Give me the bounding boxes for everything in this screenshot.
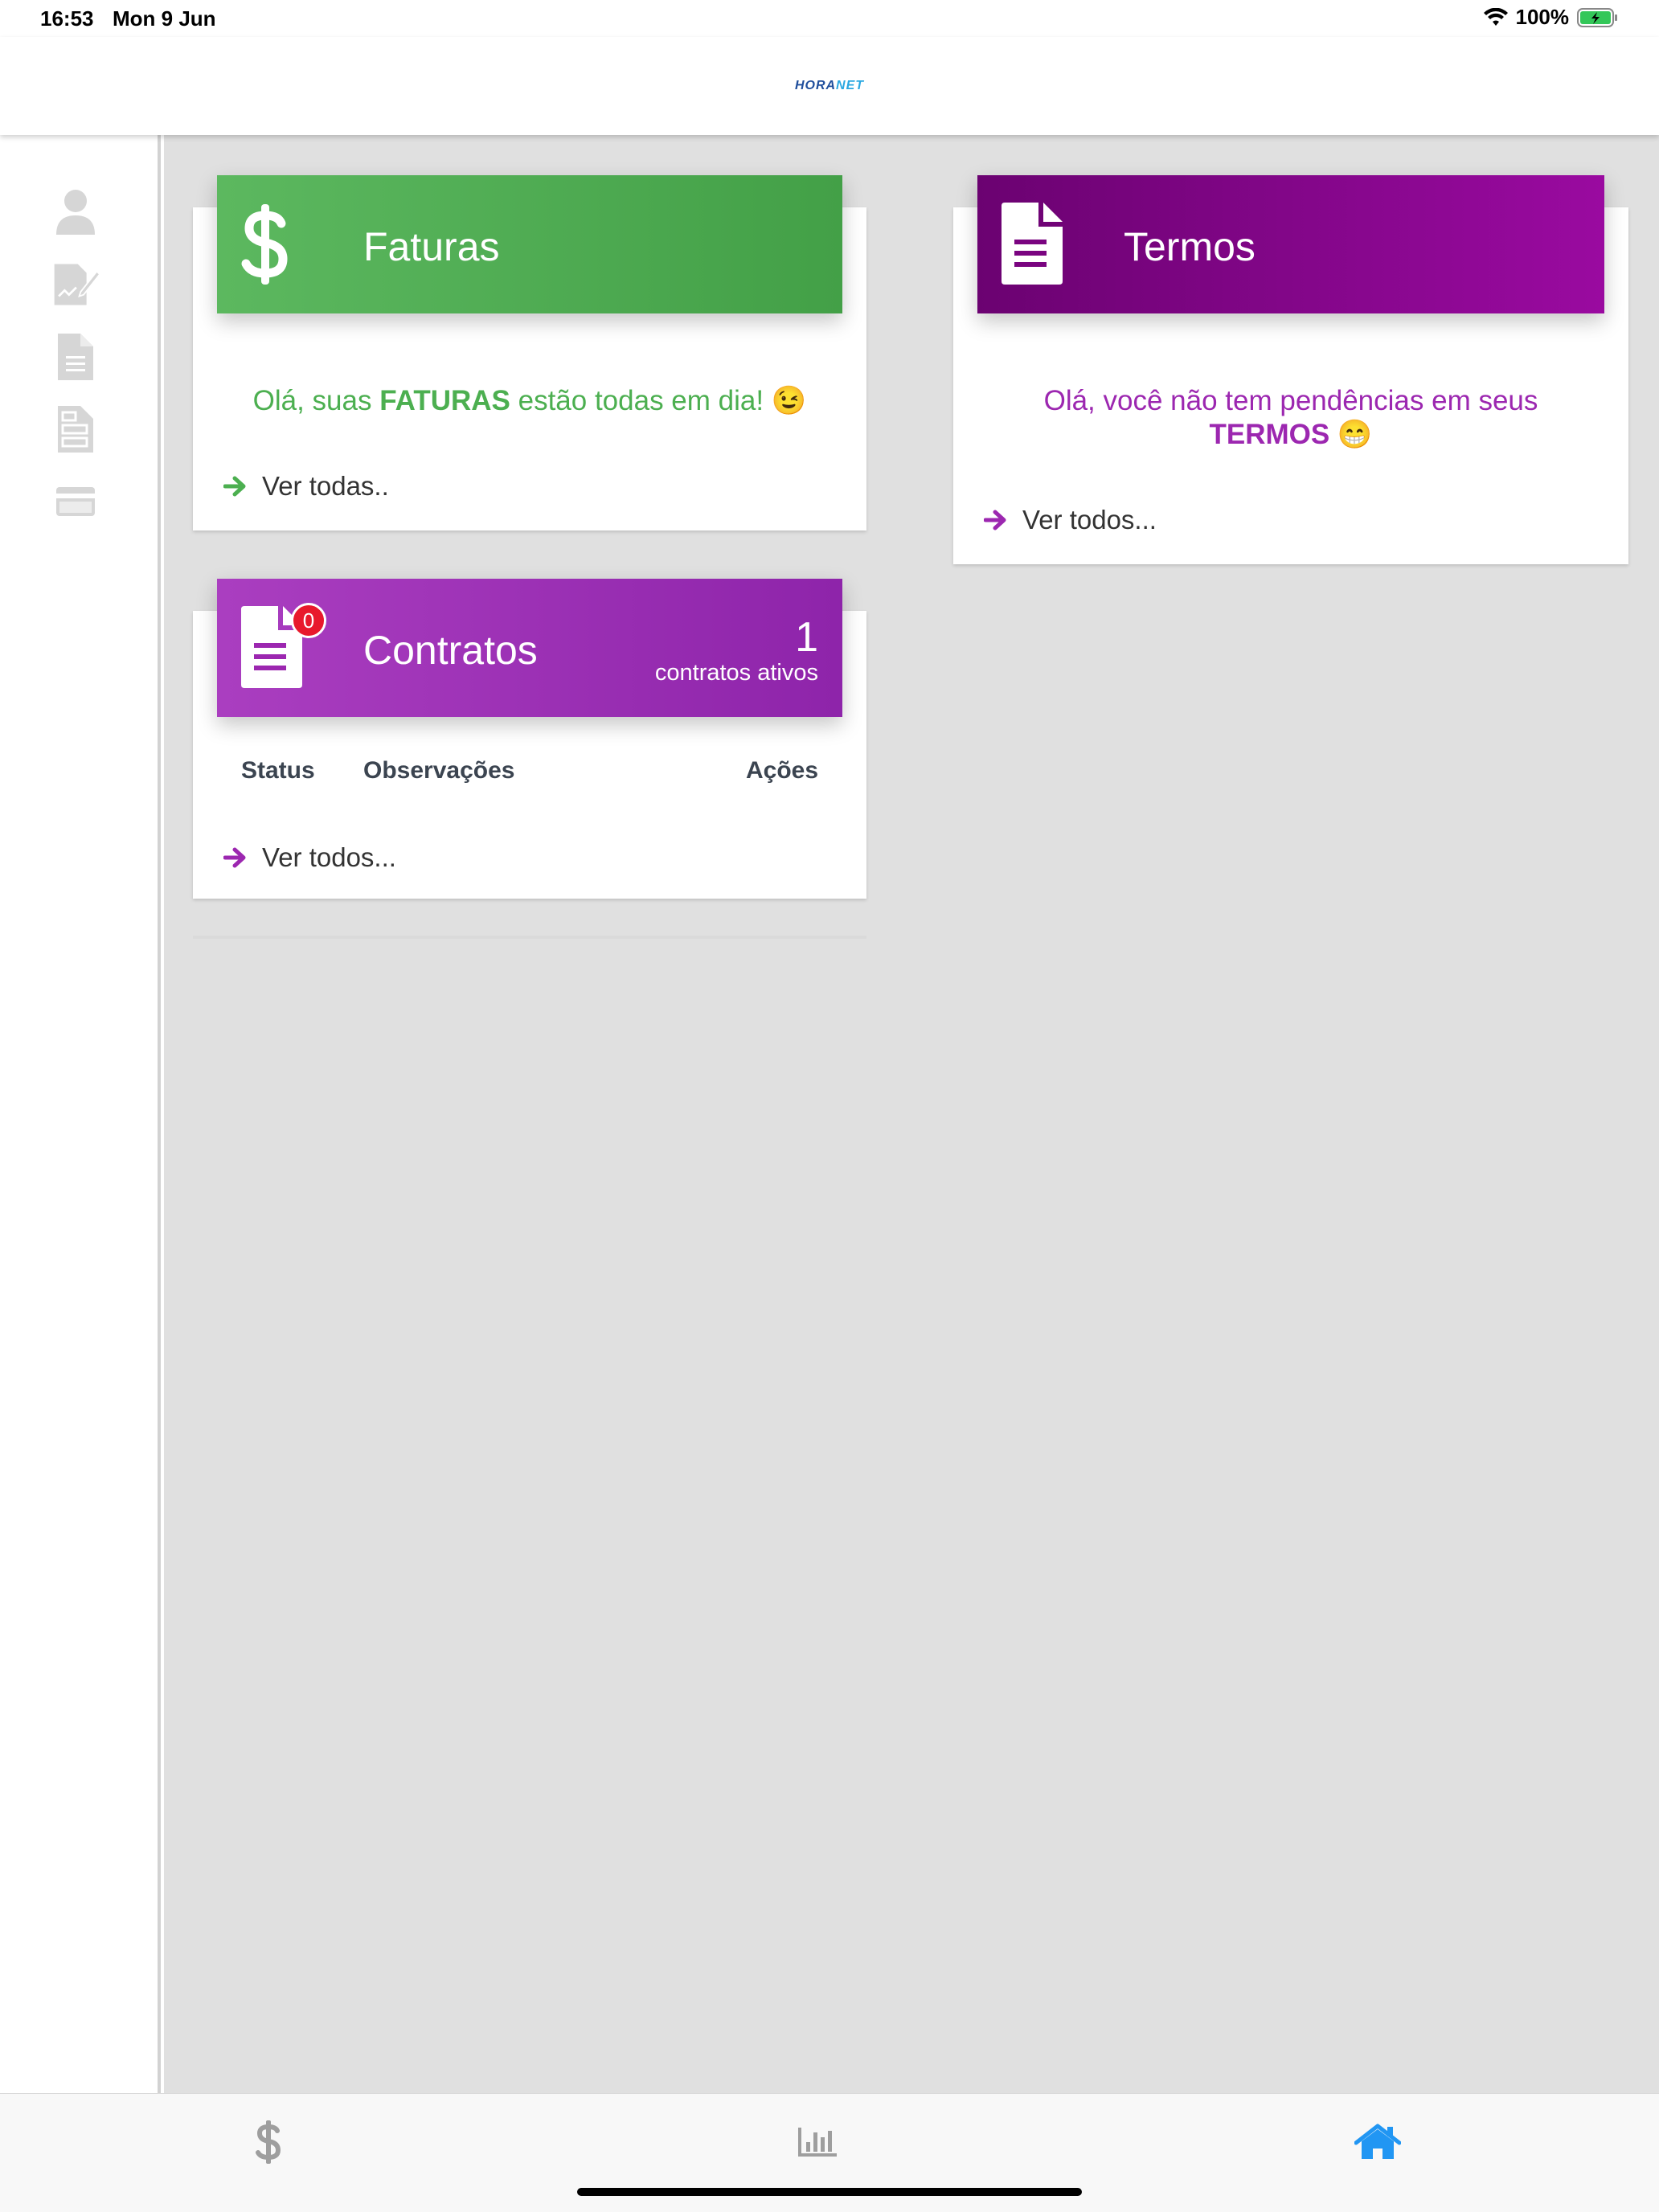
dollar-icon <box>241 204 288 285</box>
faturas-title: Faturas <box>363 224 500 269</box>
arrow-right-icon <box>984 510 1006 530</box>
document-icon <box>58 334 93 380</box>
battery-charging-icon <box>1577 7 1617 27</box>
home-indicator <box>577 2188 1082 2196</box>
app-header: HORA NET <box>0 37 1659 135</box>
column-header-observacoes: Observações <box>363 757 515 784</box>
column-header-status: Status <box>241 757 315 784</box>
arrow-right-icon <box>223 847 246 868</box>
divider <box>193 936 866 939</box>
contratos-link-label: Ver todos... <box>262 842 396 872</box>
sidebar-item-payment[interactable] <box>51 477 100 526</box>
status-date: Mon 9 Jun <box>113 6 216 31</box>
document-icon <box>1002 203 1063 285</box>
status-bar: 16:53 Mon 9 Jun 100% <box>0 0 1659 37</box>
contratos-see-all-link[interactable]: Ver todos... <box>223 842 396 873</box>
home-icon <box>1354 2124 1401 2159</box>
logo-text-left: HORA <box>794 79 837 92</box>
tab-invoices[interactable] <box>236 2118 301 2166</box>
termos-title: Termos <box>1124 224 1256 269</box>
status-right: 100% <box>1483 5 1620 30</box>
faturas-link-label: Ver todas.. <box>262 471 389 501</box>
termos-see-all-link[interactable]: Ver todos... <box>984 505 1157 535</box>
status-time: 16:53 <box>40 6 94 31</box>
contratos-count: 1 <box>795 614 818 661</box>
tab-statistics[interactable] <box>786 2118 850 2166</box>
credit-card-icon <box>56 487 95 516</box>
sidebar-item-documents[interactable] <box>51 405 100 453</box>
sidebar-item-profile[interactable] <box>51 188 100 236</box>
user-icon <box>56 190 95 235</box>
sidebar <box>0 135 161 2093</box>
faturas-card-header: Faturas <box>217 175 842 313</box>
contratos-count-label: contratos ativos <box>654 660 818 686</box>
main-content: Olá, suas FATURAS estão todas em dia! 😉 … <box>164 135 1659 2093</box>
sidebar-item-signature[interactable] <box>51 260 100 309</box>
termos-card-header: Termos <box>977 175 1604 313</box>
faturas-message: Olá, suas FATURAS estão todas em dia! 😉 <box>193 384 866 418</box>
wifi-icon <box>1483 7 1508 26</box>
contratos-count-block: 1 contratos ativos <box>655 616 818 686</box>
faturas-message-bold: FATURAS <box>379 385 510 416</box>
notification-badge: 0 <box>291 603 326 638</box>
battery-percent: 100% <box>1515 5 1570 29</box>
column-header-acoes: Ações <box>746 757 819 784</box>
arrow-right-icon <box>223 476 246 497</box>
signature-icon <box>54 264 100 305</box>
logo-text-right: NET <box>836 79 865 92</box>
contratos-card-header: 0 Contratos 1 contratos ativos <box>217 579 842 717</box>
tab-home[interactable] <box>1346 2118 1410 2166</box>
termos-message-emoji: 😁 <box>1329 419 1373 450</box>
termos-message: Olá, você não tem pendências em seus TER… <box>953 384 1628 452</box>
sidebar-item-document[interactable] <box>51 333 100 381</box>
termos-message-bold: TERMOS <box>1209 419 1330 450</box>
faturas-see-all-link[interactable]: Ver todas.. <box>223 471 389 502</box>
bar-chart-icon <box>798 2128 837 2157</box>
contratos-title: Contratos <box>363 628 538 673</box>
termos-link-label: Ver todos... <box>1022 505 1157 535</box>
dollar-icon <box>256 2120 281 2164</box>
company-logo: HORA NET <box>791 74 868 98</box>
faturas-message-end: estão todas em dia! 😉 <box>510 385 807 416</box>
termos-message-text: Olá, você não tem pendências em seus <box>1043 385 1538 416</box>
faturas-message-text: Olá, suas <box>252 385 380 416</box>
badge-count: 0 <box>302 608 315 633</box>
documents-icon <box>58 406 93 453</box>
